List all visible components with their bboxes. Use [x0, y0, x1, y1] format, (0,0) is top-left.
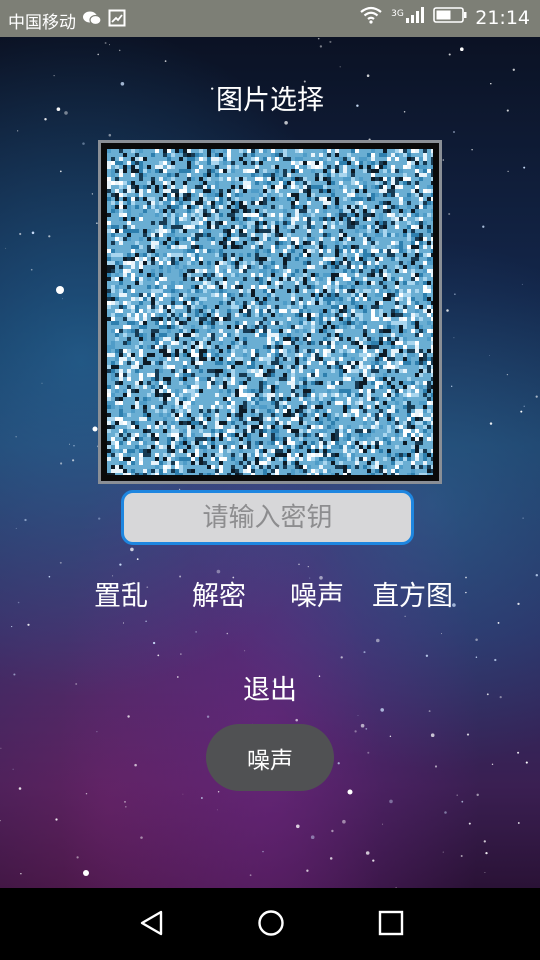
network-type: 3G: [391, 9, 404, 19]
signal-icon: 3G: [391, 6, 425, 29]
navigation-bar: [0, 888, 540, 960]
status-right: 3G 21:14: [359, 6, 530, 29]
battery-icon: [433, 6, 467, 29]
toast-text: 噪声: [247, 747, 293, 774]
histogram-button[interactable]: 直方图: [372, 574, 453, 613]
toast: 噪声: [206, 724, 334, 791]
home-icon[interactable]: [256, 908, 286, 942]
screen: 中国移动 3G 21:14 图片选择 请输入密钥 置乱 解密 噪声 直方图 退出…: [0, 0, 540, 960]
back-icon[interactable]: [137, 908, 167, 942]
recents-icon[interactable]: [376, 908, 406, 942]
status-bar: 中国移动 3G 21:14: [0, 0, 540, 37]
image-preview[interactable]: [98, 140, 442, 484]
key-input[interactable]: [121, 490, 414, 545]
wifi-icon: [359, 6, 383, 29]
exit-button[interactable]: 退出: [0, 668, 540, 707]
carrier-name: 中国移动: [8, 13, 76, 33]
noise-image: [107, 149, 433, 475]
scramble-button[interactable]: 置乱: [94, 574, 148, 613]
status-left: 中国移动: [8, 8, 126, 33]
noise-button[interactable]: 噪声: [290, 574, 344, 613]
clock: 21:14: [475, 6, 530, 29]
image-notification-icon: [108, 9, 126, 32]
decrypt-button[interactable]: 解密: [192, 574, 246, 613]
wechat-icon: [82, 10, 102, 31]
page-title: 图片选择: [216, 85, 324, 116]
